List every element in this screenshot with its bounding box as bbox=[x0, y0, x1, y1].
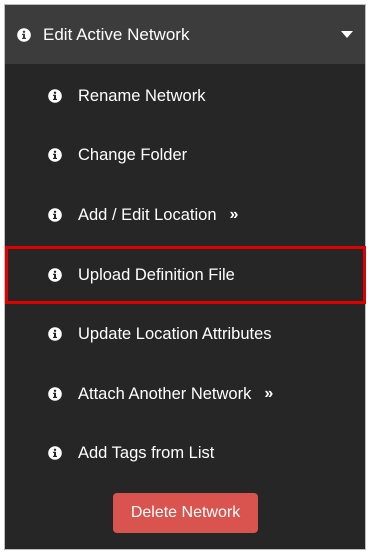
info-circle-icon bbox=[48, 148, 62, 162]
menu-item-upload-definition-file[interactable]: Upload Definition File bbox=[5, 255, 365, 295]
double-chevron-right-icon: » bbox=[229, 206, 239, 223]
menu-item-label: Upload Definition File bbox=[78, 265, 235, 284]
info-circle-icon bbox=[48, 327, 62, 341]
menu-item-label: Add Tags from List bbox=[78, 443, 215, 462]
menu-item-change-folder[interactable]: Change Folder bbox=[5, 135, 365, 175]
delete-network-button[interactable]: Delete Network bbox=[113, 493, 258, 533]
info-circle-icon bbox=[17, 27, 31, 42]
menu-item-add-tags-from-list[interactable]: Add Tags from List bbox=[5, 433, 365, 473]
menu-item-label: Change Folder bbox=[78, 145, 188, 164]
info-circle-icon bbox=[48, 268, 62, 282]
menu-item-add-edit-location[interactable]: Add / Edit Location » bbox=[5, 195, 365, 235]
header-title: Edit Active Network bbox=[43, 24, 190, 44]
menu-item-label: Add / Edit Location bbox=[78, 205, 217, 224]
menu-item-attach-another-network[interactable]: Attach Another Network » bbox=[5, 374, 365, 414]
caret-down-icon[interactable] bbox=[341, 31, 353, 38]
info-circle-icon bbox=[48, 208, 62, 222]
menu-item-label: Update Location Attributes bbox=[78, 324, 272, 343]
menu-item-update-location-attributes[interactable]: Update Location Attributes bbox=[5, 314, 365, 354]
menu-item-label: Attach Another Network bbox=[78, 384, 252, 403]
info-circle-icon bbox=[48, 446, 62, 460]
info-circle-icon bbox=[48, 89, 62, 103]
menu-item-label: Rename Network bbox=[78, 86, 206, 105]
edit-active-network-header[interactable]: Edit Active Network bbox=[5, 5, 365, 64]
network-menu-panel: Edit Active Network Rename Network Chang… bbox=[4, 4, 366, 550]
info-circle-icon bbox=[48, 387, 62, 401]
menu-item-rename-network[interactable]: Rename Network bbox=[5, 76, 365, 116]
double-chevron-right-icon: » bbox=[264, 385, 273, 402]
